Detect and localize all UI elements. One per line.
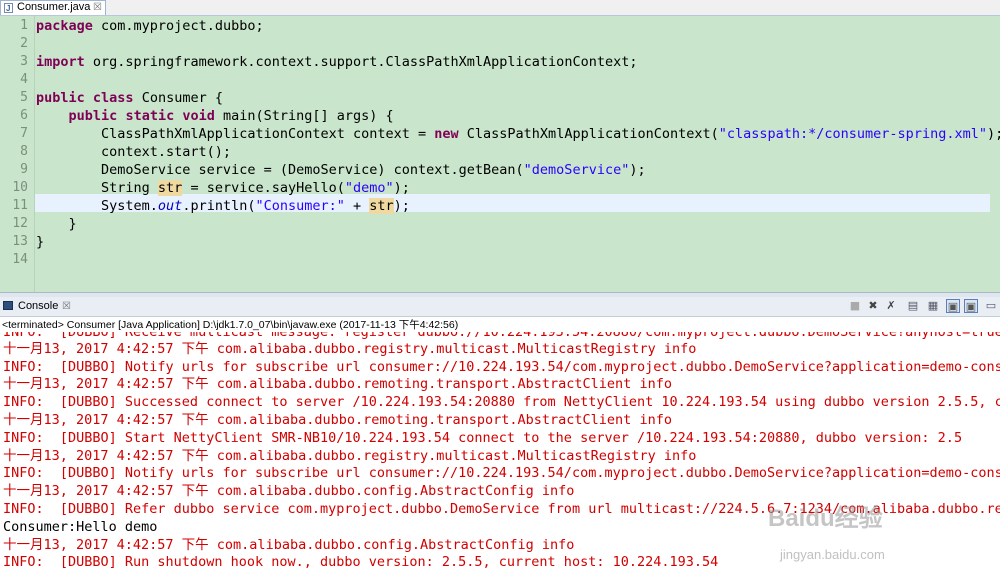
code-text: .println( (182, 198, 256, 214)
code-text: Consumer { (133, 90, 223, 106)
keyword: void (182, 108, 215, 124)
code-line-13: } (36, 234, 45, 250)
console-status-line: <terminated> Consumer [Java Application]… (2, 319, 459, 331)
code-text: ); (629, 162, 646, 178)
console-line: 十一月13, 2017 4:42:57 下午 com.alibaba.dubbo… (3, 376, 672, 392)
display-console-icon[interactable]: ▭ (984, 299, 998, 313)
line-number: 3 (20, 54, 28, 69)
scroll-lock-icon[interactable]: ▤ (906, 299, 920, 313)
pin-console-icon[interactable]: ▣ (946, 299, 960, 313)
java-file-icon (4, 2, 13, 15)
console-line: INFO: [DUBBO] Run shutdown hook now., du… (3, 554, 719, 570)
tab-label: Consumer.java (17, 1, 91, 13)
variable-occurrence: str (157, 180, 183, 196)
keyword: class (92, 90, 134, 106)
code-text: ClassPathXmlApplicationContext context = (36, 126, 435, 142)
code-text: main(String[] args) { (214, 108, 394, 124)
line-number: 10 (12, 180, 28, 195)
code-line-11: System.out.println("Consumer:" + str); (36, 197, 410, 215)
code-text: System. (36, 198, 158, 214)
code-line-10: String str = service.sayHello("demo"); (36, 179, 410, 197)
line-number: 4 (20, 72, 28, 87)
line-number: 11 (12, 198, 28, 213)
keyword: package (36, 18, 93, 34)
console-tab-bar: Console ☒ ■ ✖ ✗ ▤ ▦ ▣ ▣ ▭ (0, 297, 1000, 317)
code-line-9: DemoService service = (DemoService) cont… (36, 161, 646, 179)
close-icon[interactable]: ☒ (62, 297, 71, 316)
keyword: static (125, 108, 175, 124)
keyword: public (68, 108, 118, 124)
console-line: 十一月13, 2017 4:42:57 下午 com.alibaba.dubbo… (3, 412, 672, 428)
code-text: ); (393, 180, 410, 196)
static-field: out (157, 198, 183, 214)
line-number: 5 (20, 90, 28, 105)
code-text: = service.sayHello( (182, 180, 345, 196)
console-line: 十一月13, 2017 4:42:57 下午 com.alibaba.dubbo… (3, 483, 575, 499)
code-line-1: package com.myproject.dubbo; (36, 17, 264, 35)
keyword: import (36, 54, 85, 70)
console-line: 十一月13, 2017 4:42:57 下午 com.alibaba.dubbo… (3, 341, 697, 357)
console-line: INFO: [DUBBO] Notify urls for subscribe … (3, 465, 1000, 481)
watermark-logo: Baidu经验 (768, 505, 883, 532)
line-number: 12 (12, 216, 28, 231)
string-literal: "classpath:*/consumer-spring.xml" (718, 126, 987, 142)
code-line-7: ClassPathXmlApplicationContext context =… (36, 125, 1000, 143)
line-number: 2 (20, 36, 28, 51)
line-number: 13 (12, 234, 28, 249)
watermark-url: jingyan.baidu.com (780, 547, 885, 562)
line-number: 14 (12, 252, 28, 267)
code-line-12: } (36, 216, 77, 232)
console-icon (3, 301, 13, 310)
code-text: + (344, 198, 370, 214)
line-number: 8 (20, 144, 28, 159)
code-text: org.springframework.context.support.Clas… (84, 54, 638, 70)
console-line: Consumer:Hello demo (3, 519, 158, 535)
terminate-icon[interactable]: ■ (848, 299, 862, 313)
console-line: 十一月13, 2017 4:42:57 下午 com.alibaba.dubbo… (3, 448, 697, 464)
line-number-gutter: 1 2 3 4 5 6 7 8 9 10 11 12 13 14 (0, 16, 35, 292)
string-literal: "Consumer:" (255, 198, 345, 214)
remove-launch-icon[interactable]: ✖ (866, 299, 880, 313)
line-number: 1 (20, 18, 28, 33)
word-wrap-icon[interactable]: ▣ (964, 299, 978, 313)
overview-ruler (990, 16, 1000, 292)
code-line-5: public class Consumer { (36, 89, 223, 107)
console-line: INFO: [DUBBO] Successed connect to serve… (3, 394, 1000, 410)
clear-console-icon[interactable]: ▦ (926, 299, 940, 313)
editor-tab-bar: Consumer.java ☒ (0, 0, 1000, 16)
variable-occurrence: str (369, 198, 394, 214)
code-text: String (36, 180, 158, 196)
console-line: 十一月13, 2017 4:42:57 下午 com.alibaba.dubbo… (3, 537, 575, 553)
close-icon[interactable]: ☒ (93, 1, 102, 14)
code-editor[interactable]: 1 2 3 4 5 6 7 8 9 10 11 12 13 14 package… (0, 16, 1000, 292)
keyword: new (434, 126, 459, 142)
code-text: DemoService service = (DemoService) cont… (36, 162, 524, 178)
tab-label: Console (18, 300, 59, 312)
string-literal: "demoService" (523, 162, 630, 178)
console-line: INFO: [DUBBO] Notify urls for subscribe … (3, 359, 1000, 375)
keyword: public (36, 90, 85, 106)
console-line: INFO: [DUBBO] Start NettyClient SMR-NB10… (3, 430, 963, 446)
line-number: 6 (20, 108, 28, 123)
code-line-8: context.start(); (36, 144, 232, 160)
string-literal: "demo" (344, 180, 394, 196)
code-text: com.myproject.dubbo; (92, 18, 264, 34)
code-text: ); (986, 126, 1000, 142)
code-line-3: import org.springframework.context.suppo… (36, 53, 637, 71)
tab-consumer-java[interactable]: Consumer.java ☒ (0, 0, 106, 15)
line-number: 7 (20, 126, 28, 141)
remove-all-icon[interactable]: ✗ (884, 299, 898, 313)
tab-console[interactable]: Console ☒ (0, 297, 78, 316)
line-number: 9 (20, 162, 28, 177)
code-text: ClassPathXmlApplicationContext( (458, 126, 719, 142)
code-text: ); (393, 198, 410, 214)
code-line-6: public static void main(String[] args) { (36, 107, 394, 125)
